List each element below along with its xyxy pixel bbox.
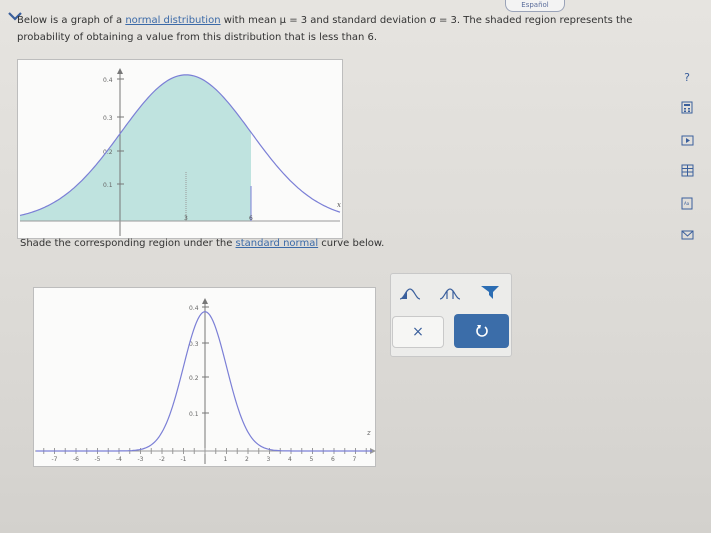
y-tick-label: 0.4 xyxy=(103,77,113,84)
standard-normal-curve xyxy=(36,311,372,452)
z-tick-label: -2 xyxy=(159,456,165,463)
z-tick-labels: -7 -6 -5 -4 -3 -2 -1 1 2 3 4 5 6 7 xyxy=(52,456,357,463)
instruction-part1: Shade the corresponding region under the xyxy=(20,238,236,249)
z-tick-label: -7 xyxy=(52,456,58,463)
y-tick-label: 0.1 xyxy=(103,182,113,189)
z-tick-label: 1 xyxy=(224,456,228,463)
y-axis-arrow xyxy=(202,298,208,304)
close-icon: × xyxy=(412,324,424,340)
video-icon xyxy=(681,135,693,145)
help-button[interactable]: ? xyxy=(678,70,696,84)
right-tail-tool[interactable] xyxy=(477,282,503,302)
video-button[interactable] xyxy=(678,133,696,147)
normal-distribution-link[interactable]: normal distribution xyxy=(125,15,220,26)
z-tick-label: 4 xyxy=(288,456,292,463)
z-tick-label: -1 xyxy=(181,456,187,463)
undo-icon xyxy=(475,325,488,337)
table-button[interactable] xyxy=(678,163,696,177)
question-mark-icon: ? xyxy=(684,70,690,84)
z-tick-label: 3 xyxy=(267,456,271,463)
calculator-icon xyxy=(681,101,693,113)
page: Español Below is a graph of a normal dis… xyxy=(0,0,711,533)
y-tick-label: 0.4 xyxy=(189,305,199,312)
z-tick-label: 5 xyxy=(310,456,314,463)
textbook-button[interactable]: Aa xyxy=(678,196,696,210)
x-axis-label: x xyxy=(337,201,341,209)
graph1-svg: 0.4 0.3 0.2 0.1 3 6 x xyxy=(19,68,341,236)
middle-region-tool[interactable] xyxy=(437,284,463,304)
normal-distribution-graph: 0.4 0.3 0.2 0.1 3 6 x xyxy=(17,59,343,239)
calculator-button[interactable] xyxy=(678,100,696,114)
shaded-region xyxy=(20,74,251,221)
book-icon: Aa xyxy=(681,197,693,209)
undo-button[interactable] xyxy=(454,314,509,348)
y-tick-label: 0.1 xyxy=(189,411,199,418)
left-tail-icon xyxy=(399,288,421,300)
standard-normal-graph[interactable]: 0.4 0.3 0.2 0.1 -7 -6 -5 -4 -3 -2 -1 1 2 3 4 5 6 7 z xyxy=(33,287,376,467)
instruction-part2: curve below. xyxy=(318,238,385,249)
z-tick-label: -5 xyxy=(95,456,101,463)
z-tick-label: 2 xyxy=(245,456,249,463)
z-tick-label: -6 xyxy=(73,456,79,463)
question-part1: Below is a graph of a xyxy=(17,15,126,26)
mail-icon xyxy=(681,230,693,240)
z-tick-label: -4 xyxy=(116,456,122,463)
middle-region-icon xyxy=(439,288,461,300)
z-axis-label: z xyxy=(366,429,371,437)
x-label-bound: 6 xyxy=(249,215,253,222)
question-text: Below is a graph of a normal distributio… xyxy=(17,12,637,46)
y-tick-label: 0.2 xyxy=(189,375,199,382)
y-axis-arrow xyxy=(117,68,123,74)
z-tick-label: 7 xyxy=(353,456,357,463)
email-button[interactable] xyxy=(678,228,696,242)
z-tick-label: -3 xyxy=(138,456,144,463)
instruction-text: Shade the corresponding region under the… xyxy=(20,238,384,249)
graph2-svg[interactable]: 0.4 0.3 0.2 0.1 -7 -6 -5 -4 -3 -2 -1 1 2 3 4 5 6 7 z xyxy=(34,288,377,468)
table-icon xyxy=(681,164,693,176)
clear-button[interactable]: × xyxy=(392,316,444,348)
left-tail-tool[interactable] xyxy=(397,284,423,304)
x-label-mean: 3 xyxy=(184,215,188,222)
right-tail-icon xyxy=(481,286,499,299)
y-tick-label: 0.3 xyxy=(103,115,113,122)
language-button[interactable]: Español xyxy=(505,0,565,12)
svg-text:Aa: Aa xyxy=(684,201,690,206)
standard-normal-link[interactable]: standard normal xyxy=(236,238,319,249)
z-tick-label: 6 xyxy=(331,456,335,463)
